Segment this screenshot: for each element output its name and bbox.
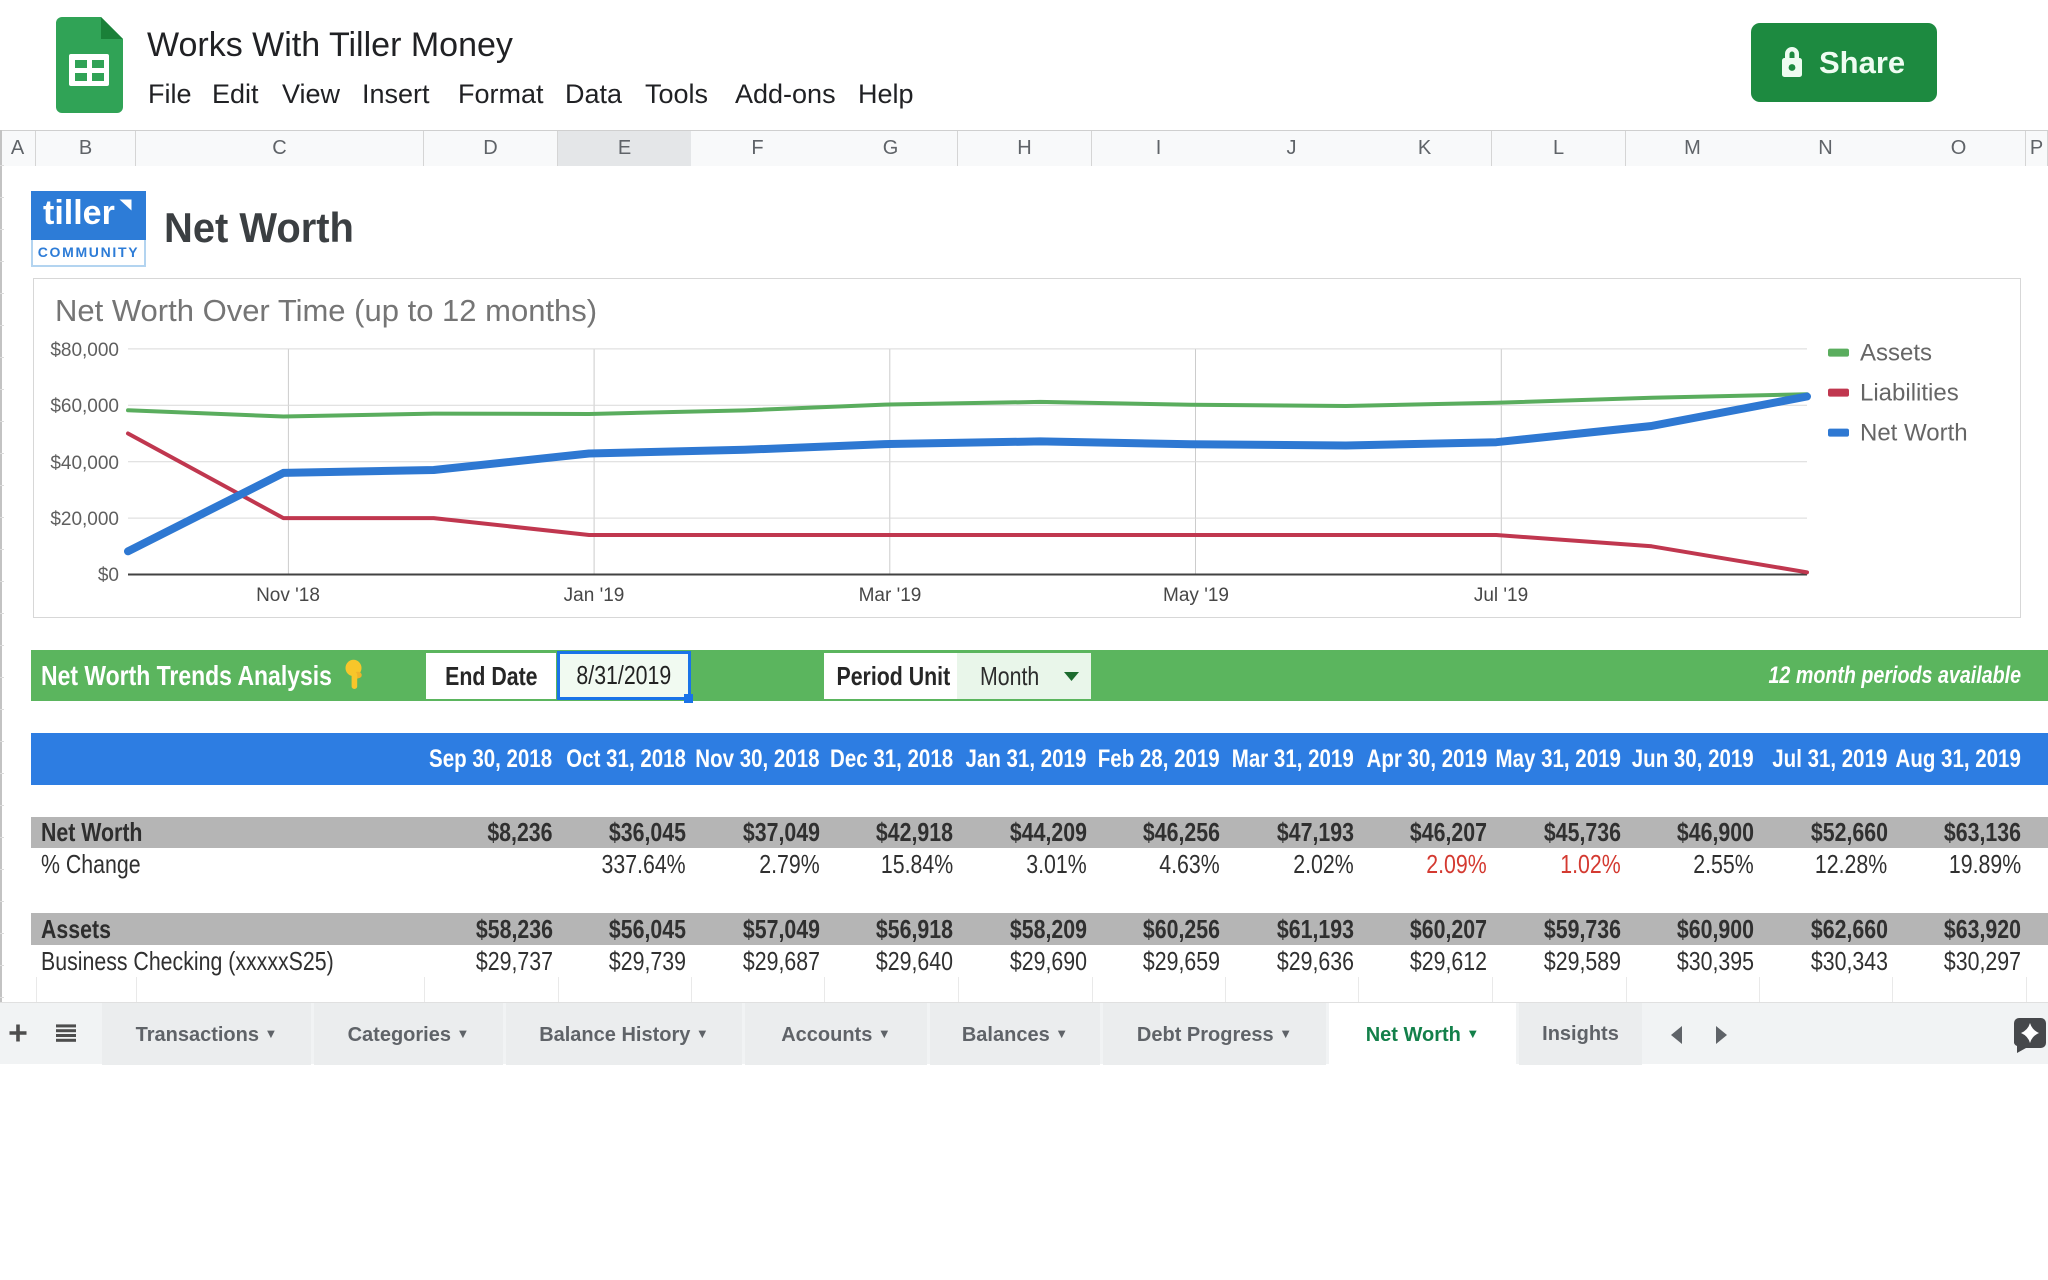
svg-text:Jan '19: Jan '19	[564, 585, 625, 606]
svg-text:Nov '18: Nov '18	[256, 585, 320, 606]
svg-text:$20,000: $20,000	[50, 509, 119, 530]
svg-text:Assets: Assets	[1860, 340, 1932, 367]
svg-text:$0: $0	[98, 565, 119, 586]
svg-text:May '19: May '19	[1163, 585, 1229, 606]
svg-text:Net Worth: Net Worth	[1860, 420, 1968, 447]
svg-text:$80,000: $80,000	[50, 340, 119, 361]
svg-text:$40,000: $40,000	[50, 453, 119, 474]
svg-text:$60,000: $60,000	[50, 396, 119, 417]
svg-text:Mar '19: Mar '19	[859, 585, 922, 606]
svg-text:Liabilities: Liabilities	[1860, 380, 1959, 407]
svg-text:Jul '19: Jul '19	[1474, 585, 1528, 606]
